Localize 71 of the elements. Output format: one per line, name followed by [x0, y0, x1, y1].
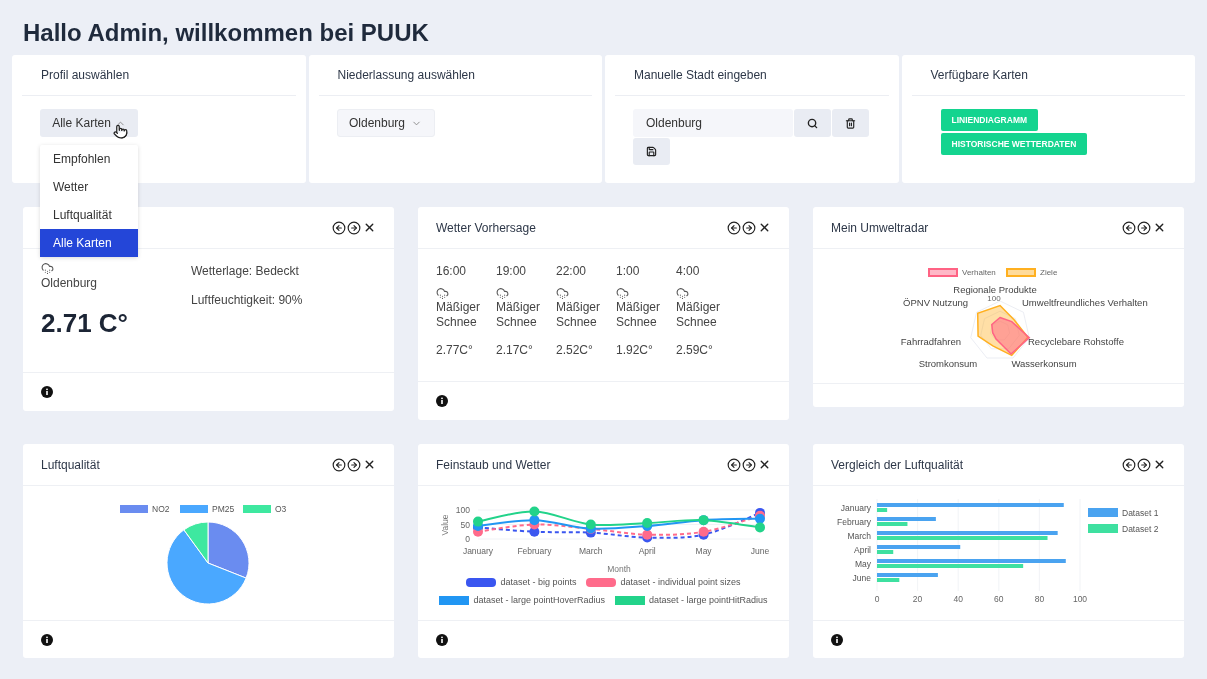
forecast-time: 4:00 [676, 263, 701, 280]
legend-label: dataset - large pointHitRadius [649, 593, 768, 607]
legend-label: dataset - individual point sizes [620, 576, 741, 589]
axis-tick-label: May [695, 546, 712, 556]
forecast-time: 1:00 [616, 263, 641, 280]
card-title: Wetter Vorhersage [436, 219, 536, 237]
axis-tick-label: April [854, 545, 871, 555]
forecast-description: Mäßiger Schnee [676, 300, 721, 330]
axis-tick-label: March [847, 531, 871, 541]
legend-label: dataset - big points [500, 576, 577, 589]
axis-title: Value [440, 514, 450, 536]
legend-label: NO2 [152, 504, 170, 514]
page-title: Hallo Admin, willkommen bei PUUK [23, 18, 430, 48]
legend-label: PM25 [212, 504, 235, 514]
axis-tick-label: 0 [874, 594, 880, 604]
temperature: 2.71 C° [41, 307, 129, 340]
card-title: Luftqualität [41, 456, 100, 474]
forecast-time: 22:00 [556, 263, 588, 280]
radar-axis-label: ÖPNV Nutzung [903, 297, 968, 308]
axis-tick-label: February [517, 546, 552, 556]
radar-axis-label: Fahrradfahren [900, 336, 961, 347]
axis-tick-label: June [750, 546, 770, 556]
axis-tick-label: 100 [1072, 594, 1088, 604]
panel-title: Niederlassung auswählen [337, 67, 475, 84]
axis-tick-label: 60 [994, 594, 1004, 604]
legend-label: Verhalten [962, 268, 996, 277]
axis-tick-label: 100 [455, 505, 470, 515]
radar-axis-label: Recyclebare Rohstoffe [1028, 336, 1124, 347]
axis-tick-label: May [854, 559, 871, 569]
axis-tick-label: March [579, 546, 603, 556]
axis-tick-label: 40 [953, 594, 963, 604]
humidity: Luftfeuchtigkeit: 90% [191, 292, 303, 309]
forecast-temperature: 2.52C° [556, 342, 594, 359]
legend-label: O3 [275, 504, 287, 514]
axis-tick-label: January [462, 546, 494, 556]
radar-axis-label: Regionale Produkte [953, 284, 1037, 295]
weather-condition: Wetterlage: Bedeckt [191, 263, 300, 280]
panel-title: Verfügbare Karten [930, 67, 1028, 84]
legend-label: dataset - large pointHoverRadius [473, 593, 605, 607]
city-name: Oldenburg [41, 275, 99, 291]
forecast-temperature: 2.17C° [496, 342, 534, 359]
forecast-temperature: 2.59C° [676, 342, 714, 359]
axis-tick-label: 0 [465, 534, 470, 544]
forecast-time: 16:00 [436, 263, 468, 280]
radar-tick-label: 100 [987, 294, 1001, 303]
forecast-time: 19:00 [496, 263, 528, 280]
radar-axis-label: Wasserkonsum [1011, 358, 1077, 369]
card-title: Feinstaub und Wetter [436, 456, 551, 474]
panel-title: Profil auswählen [41, 67, 130, 84]
axis-tick-label: 80 [1034, 594, 1045, 604]
legend-label: Dataset 1 [1122, 508, 1159, 518]
forecast-description: Mäßiger Schnee [496, 300, 541, 330]
axis-tick-label: February [837, 517, 871, 527]
legend-label: Dataset 2 [1122, 524, 1159, 534]
forecast-description: Mäßiger Schnee [556, 300, 601, 330]
axis-title: Month [607, 564, 631, 574]
axis-tick-label: January [840, 503, 871, 513]
axis-tick-label: 20 [912, 594, 923, 604]
card-title: Vergleich der Luftqualität [831, 456, 964, 474]
card-title: Mein Umweltradar [831, 219, 929, 237]
axis-tick-label: 50 [460, 519, 470, 530]
panel-title: Manuelle Stadt eingeben [634, 67, 767, 84]
axis-tick-label: June [852, 573, 871, 583]
radar-axis-label: Stromkonsum [918, 358, 978, 369]
forecast-temperature: 1.92C° [616, 342, 654, 359]
forecast-description: Mäßiger Schnee [436, 300, 481, 330]
forecast-description: Mäßiger Schnee [616, 300, 661, 330]
legend-label: Ziele [1040, 268, 1058, 277]
forecast-temperature: 2.77C° [436, 342, 474, 359]
radar-axis-label: Umweltfreundliches Verhalten [1022, 297, 1148, 308]
axis-tick-label: April [638, 546, 656, 556]
